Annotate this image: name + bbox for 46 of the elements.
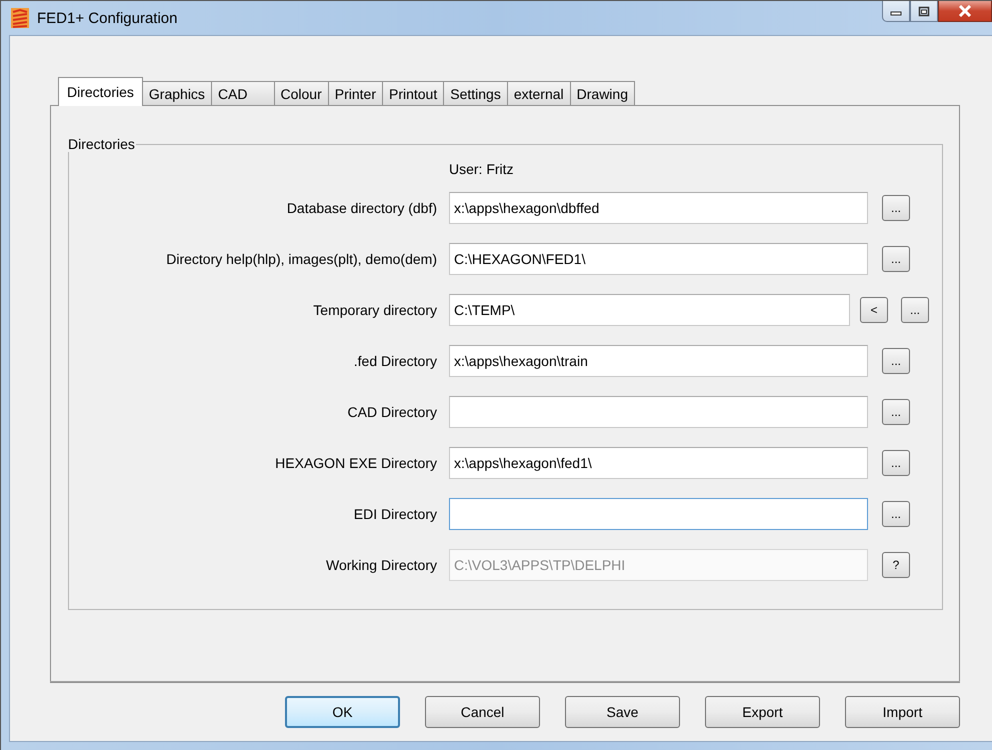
path-field[interactable]: x:\apps\hexagon\dbffed [449,192,868,224]
field-label: HEXAGON EXE Directory [275,454,437,470]
dialog-button[interactable]: Export [705,696,820,728]
maximize-button[interactable] [910,1,938,22]
close-icon [958,5,972,17]
maximize-icon [918,6,930,16]
browse-button[interactable]: ... [882,450,910,476]
app-icon [11,8,29,28]
tab[interactable]: Graphics [142,81,212,105]
field-label: .fed Directory [354,352,437,368]
minimize-button[interactable] [882,1,910,22]
tab[interactable]: Colour [274,81,329,105]
group-title: Directories [67,136,136,152]
browse-button[interactable]: ... [882,398,910,424]
dialog-button[interactable]: Import [845,696,960,728]
field-label: Working Directory [326,556,437,572]
tab[interactable]: external [506,81,571,105]
field-label: Database directory (dbf) [286,200,437,216]
field-label: Temporary directory [313,302,437,318]
tab[interactable]: Printer [328,81,383,105]
field-label: Directory help(hlp), images(plt), demo(dem) [166,250,437,266]
dialog-button[interactable]: Save [565,696,680,728]
field-label: EDI Directory [354,506,437,522]
tab[interactable]: Settings [443,81,508,105]
browse-button[interactable]: ... [882,500,910,526]
path-field[interactable]: C:\HEXAGON\FED1\ [449,242,868,274]
user-label: User: Fritz [449,161,514,177]
dialog-button[interactable]: Cancel [425,696,540,728]
path-field[interactable]: C:\TEMP\ [449,294,850,326]
path-field[interactable]: x:\apps\hexagon\fed1\ [449,446,868,478]
path-field[interactable]: x:\apps\hexagon\train [449,344,868,376]
tab[interactable]: Drawing [570,81,635,105]
window-title: FED1+ Configuration [37,10,178,26]
path-field[interactable] [449,498,868,530]
browse-button[interactable]: ... [882,246,910,272]
tab[interactable]: CAD [210,81,274,105]
path-field[interactable] [449,396,868,428]
tab[interactable]: Directories [58,77,143,106]
browse-button[interactable]: < [860,296,888,322]
dialog-button[interactable]: OK [285,696,400,728]
browse-button[interactable]: ... [882,348,910,374]
tab[interactable]: Printout [382,81,444,105]
browse-button[interactable]: ... [882,194,910,220]
field-label: CAD Directory [348,404,437,420]
browse-button[interactable]: ... [901,296,929,322]
close-button[interactable] [938,1,992,22]
